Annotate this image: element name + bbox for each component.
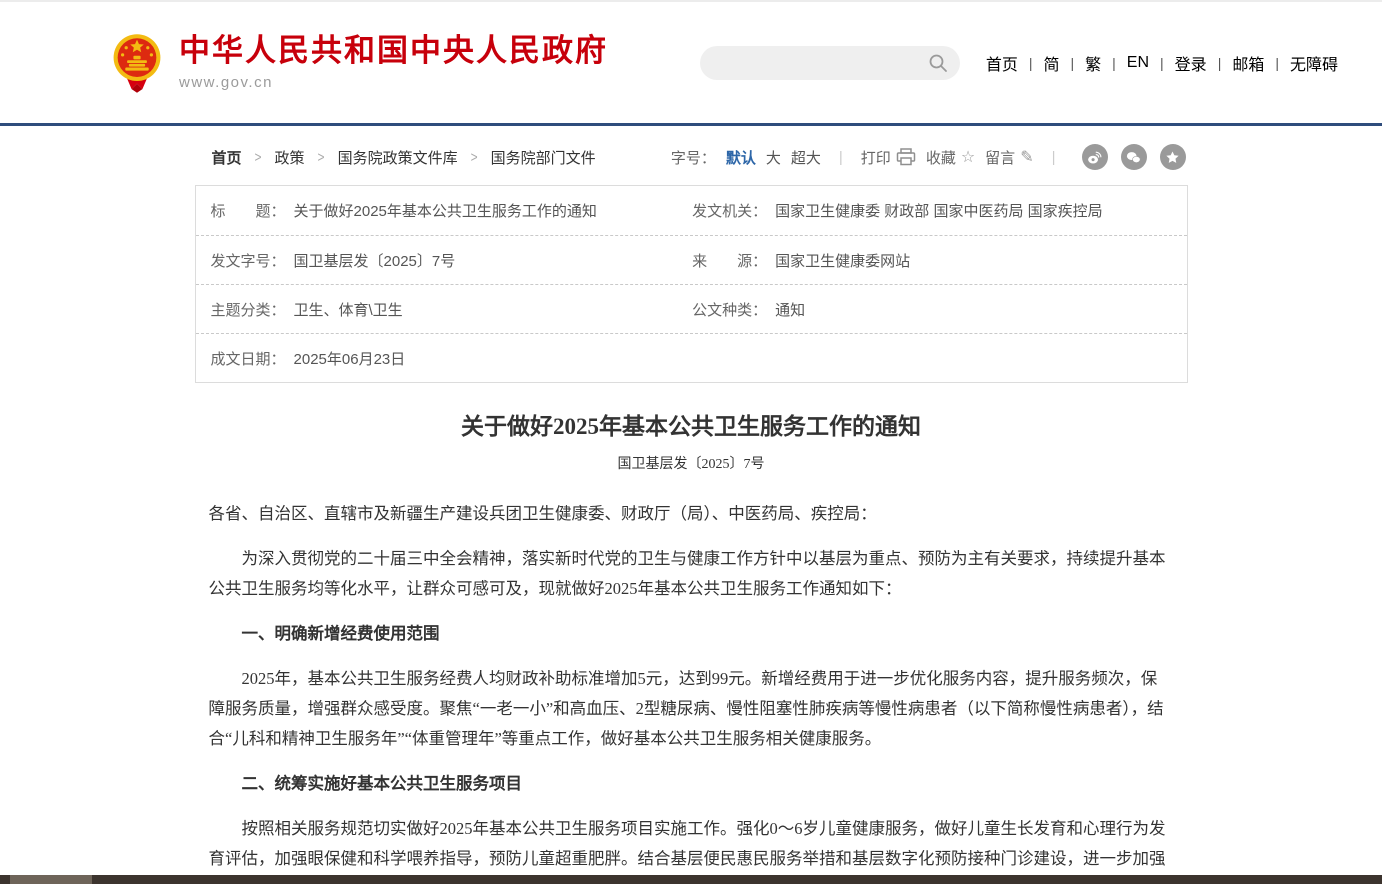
breadcrumb-department-docs[interactable]: 国务院部门文件 xyxy=(491,147,596,168)
fontsize-default-button[interactable]: 默认 xyxy=(726,147,756,168)
nav-separator: | xyxy=(1275,55,1279,71)
meta-row: 主题分类： 卫生、体育\卫生 公文种类： 通知 xyxy=(196,284,1187,333)
search-input[interactable] xyxy=(716,46,928,80)
meta-row: 发文字号： 国卫基层发〔2025〕7号 来 源： 国家卫生健康委网站 xyxy=(196,235,1187,284)
meta-label-topic-category: 主题分类： xyxy=(211,299,286,320)
nav-login[interactable]: 登录 xyxy=(1175,51,1207,75)
article-section-heading-2: 二、统筹实施好基本公共卫生服务项目 xyxy=(209,769,1174,799)
top-nav: 首页 | 简 | 繁 | EN | 登录 | 邮箱 | 无障碍 xyxy=(986,51,1338,75)
favorite-button[interactable]: 收藏 ☆ xyxy=(926,147,975,168)
comment-button[interactable]: 留言 ✎ xyxy=(985,147,1033,168)
site-title: 中华人民共和国中央人民政府 xyxy=(179,34,608,68)
site-url: www.gov.cn xyxy=(179,74,608,91)
wechat-icon xyxy=(1125,149,1142,166)
weibo-icon xyxy=(1086,149,1103,166)
nav-traditional[interactable]: 繁 xyxy=(1085,51,1101,75)
meta-value-issue-date: 2025年06月23日 xyxy=(294,348,406,369)
article-salutation: 各省、自治区、直辖市及新疆生产建设兵团卫生健康委、财政厅（局）、中医药局、疾控局… xyxy=(209,499,1174,529)
meta-label-doc-type: 公文种类： xyxy=(692,299,767,320)
meta-label-doc-number: 发文字号： xyxy=(211,250,286,271)
nav-separator: | xyxy=(1112,55,1116,71)
nav-separator: | xyxy=(1071,55,1075,71)
search-box[interactable] xyxy=(700,46,960,80)
site-header: 中华人民共和国中央人民政府 www.gov.cn 首页 | 简 | 繁 | EN xyxy=(0,0,1382,126)
meta-value-doc-number: 国卫基层发〔2025〕7号 xyxy=(294,250,456,271)
meta-row: 标 题： 关于做好2025年基本公共卫生服务工作的通知 发文机关： 国家卫生健康… xyxy=(196,186,1187,235)
document-meta-table: 标 题： 关于做好2025年基本公共卫生服务工作的通知 发文机关： 国家卫生健康… xyxy=(195,185,1188,383)
national-emblem-icon xyxy=(110,33,164,93)
printer-icon xyxy=(896,148,916,166)
page-toolbar: 字号： 默认 大 超大 | 打印 收藏 ☆ 留言 ✎ | xyxy=(671,144,1186,170)
nav-accessibility[interactable]: 无障碍 xyxy=(1290,51,1338,75)
breadcrumb-policy-library[interactable]: 国务院政策文件库 xyxy=(338,147,458,168)
nav-separator: | xyxy=(1218,55,1222,71)
share-weibo-button[interactable] xyxy=(1082,144,1108,170)
article-paragraph: 2025年，基本公共卫生服务经费人均财政补助标准增加5元，达到99元。新增经费用… xyxy=(209,664,1174,754)
article-doc-number: 国卫基层发〔2025〕7号 xyxy=(209,453,1174,473)
site-logo[interactable]: 中华人民共和国中央人民政府 www.gov.cn xyxy=(110,33,608,93)
toolbar-separator: | xyxy=(839,149,843,166)
share-wechat-button[interactable] xyxy=(1121,144,1147,170)
meta-value-source: 国家卫生健康委网站 xyxy=(775,250,910,271)
horizontal-scrollbar[interactable] xyxy=(0,875,1382,884)
breadcrumb-home[interactable]: 首页 xyxy=(212,147,242,168)
nav-mail[interactable]: 邮箱 xyxy=(1232,51,1264,75)
fontsize-label: 字号： xyxy=(671,147,716,168)
scrollbar-thumb[interactable] xyxy=(10,875,92,884)
meta-label-source: 来 源： xyxy=(692,250,767,271)
nav-simplified[interactable]: 简 xyxy=(1043,51,1059,75)
nav-english[interactable]: EN xyxy=(1127,54,1149,72)
nav-separator: | xyxy=(1160,55,1164,71)
pencil-icon: ✎ xyxy=(1020,147,1033,167)
article-section-heading-1: 一、明确新增经费使用范围 xyxy=(209,619,1174,649)
fontsize-xlarge-button[interactable]: 超大 xyxy=(791,147,821,168)
star-icon: ☆ xyxy=(961,147,975,167)
chevron-right-icon: > xyxy=(318,149,325,166)
article-body: 各省、自治区、直辖市及新疆生产建设兵团卫生健康委、财政厅（局）、中医药局、疾控局… xyxy=(209,499,1174,884)
meta-value-issuing-agency: 国家卫生健康委 财政部 国家中医药局 国家疾控局 xyxy=(775,200,1103,221)
nav-home[interactable]: 首页 xyxy=(986,51,1018,75)
share-buttons xyxy=(1082,144,1186,170)
meta-label-title: 标 题： xyxy=(211,200,286,221)
meta-value-topic-category: 卫生、体育\卫生 xyxy=(294,299,403,320)
chevron-right-icon: > xyxy=(255,149,262,166)
meta-value-doc-type: 通知 xyxy=(775,299,805,320)
toolbar-separator: | xyxy=(1052,149,1056,166)
qzone-star-icon xyxy=(1164,149,1181,166)
chevron-right-icon: > xyxy=(471,149,478,166)
meta-label-issuing-agency: 发文机关： xyxy=(692,200,767,221)
share-qzone-button[interactable] xyxy=(1160,144,1186,170)
meta-label-issue-date: 成文日期： xyxy=(211,348,286,369)
breadcrumb-policy[interactable]: 政策 xyxy=(275,147,305,168)
nav-separator: | xyxy=(1029,55,1033,71)
search-icon[interactable] xyxy=(928,53,948,73)
article-title: 关于做好2025年基本公共卫生服务工作的通知 xyxy=(209,407,1174,441)
meta-row: 成文日期： 2025年06月23日 xyxy=(196,333,1187,382)
meta-value-title: 关于做好2025年基本公共卫生服务工作的通知 xyxy=(294,200,597,221)
print-button[interactable]: 打印 xyxy=(861,147,916,168)
article: 关于做好2025年基本公共卫生服务工作的通知 国卫基层发〔2025〕7号 各省、… xyxy=(195,407,1188,884)
article-paragraph: 为深入贯彻党的二十届三中全会精神，落实新时代党的卫生与健康工作方针中以基层为重点… xyxy=(209,544,1174,604)
breadcrumb: 首页 > 政策 > 国务院政策文件库 > 国务院部门文件 xyxy=(212,147,596,168)
article-paragraph: 按照相关服务规范切实做好2025年基本公共卫生服务项目实施工作。强化0～6岁儿童… xyxy=(209,814,1174,884)
fontsize-large-button[interactable]: 大 xyxy=(766,147,781,168)
